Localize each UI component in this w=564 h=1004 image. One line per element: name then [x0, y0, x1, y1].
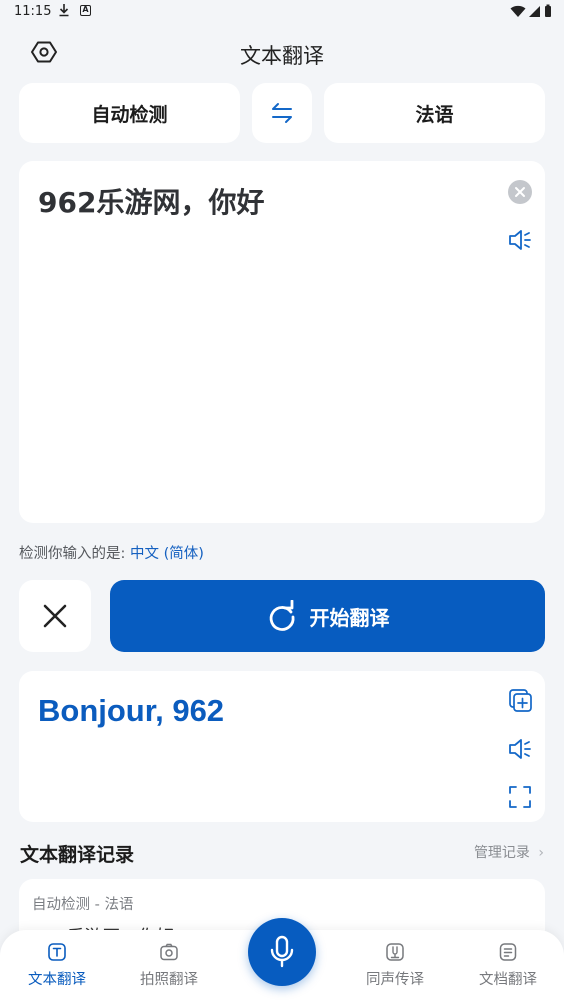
text-translate-icon: [48, 943, 66, 961]
cancel-button[interactable]: [19, 580, 91, 652]
copy-button[interactable]: [507, 689, 533, 713]
speaker-icon: [509, 739, 531, 759]
manage-history-label: 管理记录: [473, 845, 530, 861]
document-icon: [499, 943, 517, 961]
history-title: 文本翻译记录: [20, 844, 135, 866]
nav-label: 文档翻译: [479, 972, 537, 988]
fullscreen-button[interactable]: [507, 785, 533, 809]
target-language-label: 法语: [415, 103, 454, 126]
swap-languages-button[interactable]: [252, 83, 312, 143]
manage-history-link[interactable]: 管理记录 ›: [474, 842, 544, 862]
source-language-selector[interactable]: 自动检测: [19, 83, 240, 143]
clear-input-button[interactable]: [508, 180, 532, 204]
status-time: 11:15: [14, 4, 52, 19]
detected-language-link[interactable]: 中文 (简体): [130, 546, 204, 562]
source-language-label: 自动检测: [91, 103, 168, 126]
close-icon: [515, 187, 525, 197]
speaker-icon: [509, 230, 531, 250]
detected-language-row: 检测你输入的是: 中文 (简体): [19, 542, 204, 563]
simultaneous-icon: [386, 943, 404, 961]
download-icon: [58, 3, 70, 21]
status-indicators: [510, 4, 552, 18]
notification-a-icon: A: [80, 5, 91, 16]
copy-icon: [509, 689, 532, 712]
microphone-button[interactable]: [248, 918, 316, 986]
nav-label: 同声传译: [366, 972, 424, 988]
microphone-icon: [270, 935, 294, 968]
result-card: Bonjour, 962: [19, 671, 545, 822]
nav-label: 文本翻译: [28, 972, 86, 988]
battery-icon: [545, 4, 551, 17]
fullscreen-icon: [509, 786, 531, 808]
nav-text-translate[interactable]: 文本翻译: [2, 942, 112, 989]
page-title: 文本翻译: [240, 44, 324, 68]
swap-arrows-icon: [272, 103, 292, 123]
nav-label: 拍照翻译: [140, 972, 198, 988]
start-translate-button[interactable]: 开始翻译: [110, 580, 545, 652]
translation-result-text: Bonjour, 962: [38, 693, 225, 728]
nav-simultaneous-translate[interactable]: 同声传译: [340, 942, 450, 989]
source-text-input[interactable]: 962乐游网，你好: [38, 181, 264, 221]
source-text-card[interactable]: 962乐游网，你好: [19, 161, 545, 523]
start-translate-label: 开始翻译: [309, 605, 390, 630]
wifi-icon: [510, 5, 526, 17]
nav-document-translate[interactable]: 文档翻译: [453, 942, 563, 989]
target-language-selector[interactable]: 法语: [324, 83, 545, 143]
close-icon: [43, 604, 67, 628]
speak-source-button[interactable]: [507, 228, 533, 252]
history-language-pair: 自动检测 - 法语: [32, 897, 134, 913]
camera-icon: [160, 943, 178, 961]
chevron-right-icon: ›: [538, 845, 544, 861]
detected-language-prefix: 检测你输入的是:: [19, 546, 130, 562]
nav-photo-translate[interactable]: 拍照翻译: [114, 942, 224, 989]
speak-result-button[interactable]: [507, 737, 533, 761]
refresh-icon: [269, 600, 294, 631]
status-bar: 11:15 A: [0, 0, 564, 24]
signal-icon: [529, 5, 540, 17]
